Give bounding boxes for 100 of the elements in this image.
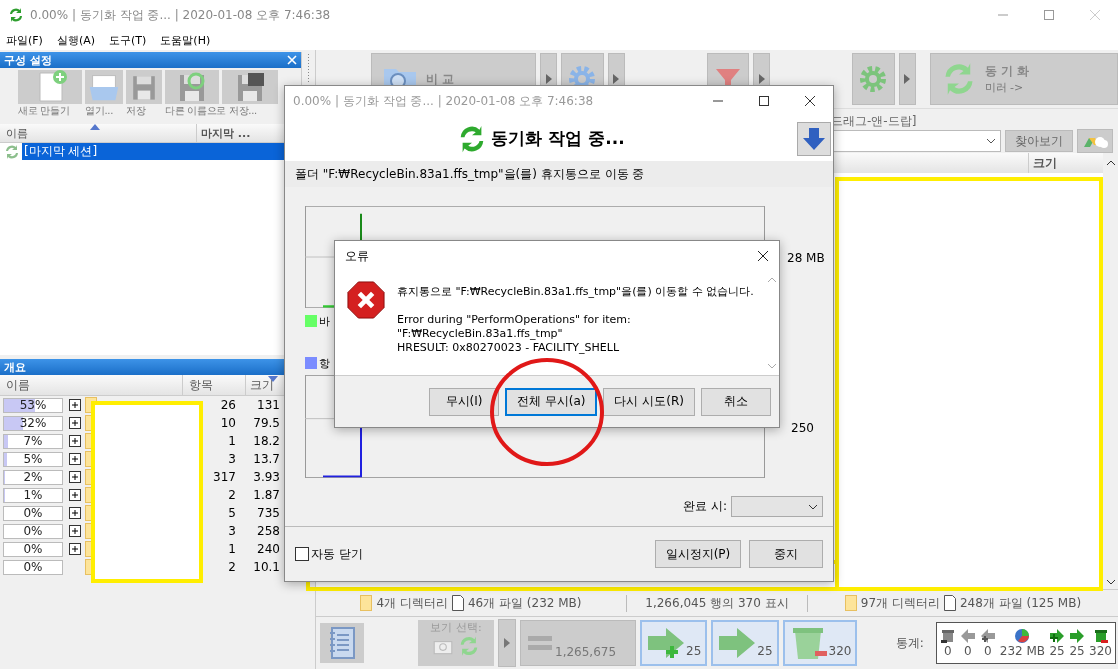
caret-icon (766, 363, 777, 369)
menu-item[interactable]: 도구(T) (109, 32, 147, 48)
dialog-button[interactable]: 취소 (701, 387, 771, 416)
item-count: 5 (227, 506, 236, 520)
stat-value: 232 MB (999, 644, 1046, 658)
item-count: 1 (227, 434, 236, 448)
item-count: 317 (212, 470, 236, 484)
status-text: 폴더 "F:₩RecycleBin.83a1.ffs_tmp"을(를) 휴지통으로 이동 중 (295, 165, 645, 183)
caret-icon (545, 74, 552, 84)
legend-label: 바 (319, 313, 330, 329)
item-size: 735 (256, 506, 280, 520)
dialog-heading: 동기화 작업 중... (491, 127, 625, 150)
expand-icon[interactable] (69, 543, 81, 555)
floppy-icon[interactable] (222, 70, 278, 104)
error-detail: "F:₩RecycleBin.83a1.ffs_tmp" (397, 327, 564, 341)
expand-icon[interactable] (69, 435, 81, 447)
arrow-icon (959, 628, 976, 644)
axis-label: 250 (791, 421, 814, 435)
expand-icon[interactable] (69, 489, 81, 501)
status-text: 1,266,045 행의 370 표시 (645, 594, 789, 612)
column-header[interactable]: 이름 (0, 375, 182, 395)
minimize-to-tray-button[interactable] (797, 121, 831, 156)
dialog-button[interactable]: 전체 무시(a) (504, 387, 598, 416)
percent-bar: 0% (3, 505, 63, 521)
create-filter-button[interactable]: 25 (640, 620, 708, 666)
item-size: 131 (256, 398, 280, 412)
legend-label: 항 (319, 355, 330, 371)
item-count: 3 (227, 452, 236, 466)
dialog-button[interactable]: 무시(I) (428, 387, 499, 416)
item-size: 79.5 (252, 416, 280, 430)
toolbar-label: 새로 만들기 (18, 104, 70, 118)
item-count: 1 (227, 542, 236, 556)
item-size: 1.87 (252, 488, 280, 502)
update-filter-button[interactable]: 25 (711, 620, 779, 666)
column-header[interactable]: 항목 (182, 375, 245, 395)
item-size: 240 (256, 542, 280, 556)
stop-button[interactable]: 중지 (749, 540, 823, 568)
caret-icon (904, 74, 911, 84)
stat-value: 25 (1069, 644, 1085, 658)
percent-bar: 32% (3, 415, 63, 431)
expand-icon[interactable] (69, 417, 81, 429)
pause-button[interactable]: 일시정지(P) (655, 540, 741, 568)
caret-icon (808, 503, 818, 510)
completion-label: 완료 시: (683, 498, 727, 515)
expand-icon[interactable] (69, 525, 81, 537)
menu-item[interactable]: 실행(A) (56, 32, 96, 48)
delete-filter-button[interactable]: 320 (782, 620, 858, 666)
maximize-icon (1043, 9, 1055, 21)
expand-icon[interactable] (69, 507, 81, 519)
completion-dropdown[interactable] (731, 496, 823, 517)
item-size: 18.2 (252, 434, 280, 448)
sync-icon (4, 143, 20, 160)
window-title: 0.00% | 동기화 작업 중... | 2020-01-08 오후 7:46:38 (30, 6, 331, 24)
column-header[interactable]: 이름 (0, 124, 196, 142)
toolbar-label: 다른 이름으로 저장... (165, 104, 257, 118)
arrow-icon (1069, 628, 1086, 644)
axis-label: 28 MB (787, 251, 825, 265)
checkbox[interactable] (295, 547, 309, 561)
browse-button[interactable]: 찾아보기 (1005, 130, 1073, 152)
notebook-icon (327, 626, 357, 660)
plus-arrow-icon (646, 626, 686, 660)
grip-icon[interactable] (307, 54, 310, 84)
sync-icon (8, 7, 24, 23)
menu-item[interactable]: 도움말(H) (160, 32, 211, 48)
folder-icon (844, 595, 857, 611)
stat-value: 320 (1089, 644, 1112, 658)
expand-icon[interactable] (69, 453, 81, 465)
new-file-icon[interactable] (18, 70, 82, 104)
caret-icon (986, 138, 996, 144)
item-size: 10.1 (252, 560, 280, 574)
item-count: 2 (227, 560, 236, 574)
column-header[interactable]: 마지막 ... (196, 124, 271, 142)
drop-zone-label: 드래그-앤-드랍] (831, 113, 918, 129)
stat-value: 0 (943, 644, 952, 658)
close-icon (804, 95, 816, 107)
open-icon[interactable] (85, 70, 123, 104)
caret-icon (613, 74, 620, 84)
scrollbar[interactable] (1103, 173, 1118, 589)
status-text: 248개 파일 (125 MB) (959, 594, 1082, 612)
caret-icon (1105, 160, 1116, 166)
item-size: 13.7 (252, 452, 280, 466)
percent-bar: 0% (3, 559, 63, 575)
caret-icon (504, 638, 510, 648)
menu-item[interactable]: 파일(F) (6, 32, 43, 48)
status-text: 97개 디렉터리 (860, 594, 940, 612)
error-detail: HRESULT: 0x80270023 - FACILITY_SHELL (397, 341, 621, 355)
pie-chart-icon (1014, 628, 1031, 644)
caret-icon (766, 277, 777, 283)
stat-value: 25 (1049, 644, 1065, 658)
item-count: 26 (219, 398, 236, 412)
dialog-button[interactable]: 다시 시도(R) (603, 387, 695, 416)
expand-icon[interactable] (69, 399, 81, 411)
close-icon[interactable] (757, 250, 769, 262)
expand-icon[interactable] (69, 471, 81, 483)
scroll-up-button[interactable] (1103, 153, 1118, 173)
notebook-button[interactable] (320, 623, 364, 663)
percent-bar: 2% (3, 469, 63, 485)
down-arrow-icon (801, 125, 827, 152)
plus-arrow-icon (979, 628, 996, 644)
percent-bar: 0% (3, 541, 63, 557)
